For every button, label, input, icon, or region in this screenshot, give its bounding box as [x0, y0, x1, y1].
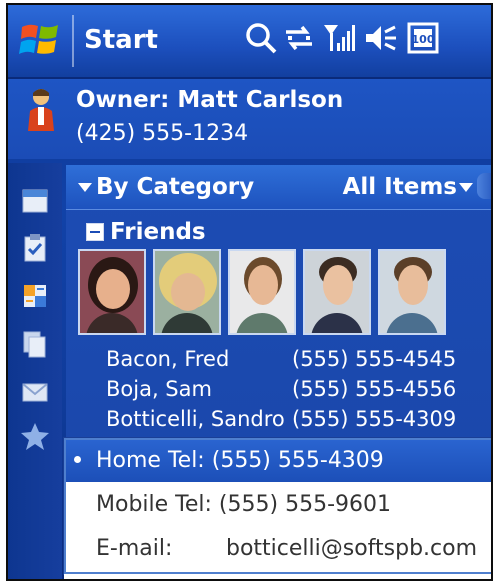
app-rail: [8, 163, 62, 579]
search-icon[interactable]: [244, 21, 278, 55]
owner-phone: (425) 555-1234: [76, 121, 249, 146]
popup-home-tel-item[interactable]: Home Tel: (555) 555-4309: [66, 440, 491, 482]
contact-photo-strip: [78, 249, 446, 337]
battery-icon[interactable]: 100: [406, 21, 440, 55]
contact-photo[interactable]: [378, 249, 446, 335]
contact-row[interactable]: Boja, Sam (555) 555-4556: [106, 377, 491, 405]
popup-bottom-strip: [64, 574, 491, 579]
windows-logo-icon[interactable]: [18, 17, 64, 63]
title-separator: [72, 15, 74, 67]
contact-action-popup: Home Tel: (555) 555-4309 Mobile Tel: (55…: [64, 438, 491, 574]
title-bar: Start 100: [8, 5, 491, 79]
selected-bullet-icon: [74, 456, 81, 463]
mail-icon[interactable]: [20, 377, 50, 407]
sort-dropdown-arrow-icon[interactable]: [78, 183, 92, 192]
contact-phone: (555) 555-4545: [292, 347, 457, 371]
svg-text:100: 100: [412, 33, 435, 46]
signal-icon[interactable]: [322, 21, 356, 55]
documents-icon[interactable]: [20, 329, 50, 359]
sync-icon[interactable]: [282, 21, 316, 55]
group-collapse-icon[interactable]: [86, 223, 104, 241]
volume-icon[interactable]: [364, 21, 398, 55]
contact-photo[interactable]: [228, 249, 296, 335]
contacts-icon[interactable]: [20, 281, 50, 311]
group-friends-header[interactable]: Friends: [110, 219, 206, 245]
popup-mobile-tel-item[interactable]: Mobile Tel: (555) 555-9601: [66, 484, 491, 526]
contact-row[interactable]: Botticelli, Sandro (555) 555-4309: [106, 407, 491, 435]
scroll-handle[interactable]: [477, 173, 491, 199]
filter-all-items-button[interactable]: All Items: [343, 174, 457, 200]
contact-name: Botticelli, Sandro: [106, 407, 285, 431]
sort-by-category-button[interactable]: By Category: [96, 174, 254, 200]
contact-photo[interactable]: [303, 249, 371, 335]
contact-row[interactable]: Bacon, Fred (555) 555-4545: [106, 347, 491, 375]
popup-item-label: E-mail:: [96, 536, 173, 561]
calendar-icon[interactable]: [20, 185, 50, 215]
owner-name: Owner: Matt Carlson: [76, 87, 344, 113]
popup-item-text: Home Tel: (555) 555-4309: [96, 448, 384, 473]
popup-item-text: Mobile Tel: (555) 555-9601: [96, 492, 391, 517]
contact-phone: (555) 555-4309: [292, 407, 457, 431]
clipboard-icon[interactable]: [20, 233, 50, 263]
category-bar: By Category All Items: [66, 165, 491, 210]
contact-name: Bacon, Fred: [106, 347, 230, 371]
popup-item-value: botticelli@softspb.com: [226, 536, 478, 561]
favorites-star-icon[interactable]: [20, 421, 50, 451]
owner-info[interactable]: Owner: Matt Carlson (425) 555-1234: [8, 79, 491, 159]
contact-photo[interactable]: [153, 249, 221, 335]
contact-name: Boja, Sam: [106, 377, 212, 401]
contact-photo[interactable]: [78, 249, 146, 335]
owner-avatar-icon: [28, 89, 54, 131]
popup-email-item[interactable]: E-mail: botticelli@softspb.com: [66, 528, 491, 570]
start-menu-button[interactable]: Start: [84, 25, 158, 55]
filter-dropdown-arrow-icon[interactable]: [459, 183, 473, 192]
device-screen: Start 100 Owner: Matt Carlson (425) 555-…: [6, 3, 493, 581]
contact-phone: (555) 555-4556: [292, 377, 457, 401]
